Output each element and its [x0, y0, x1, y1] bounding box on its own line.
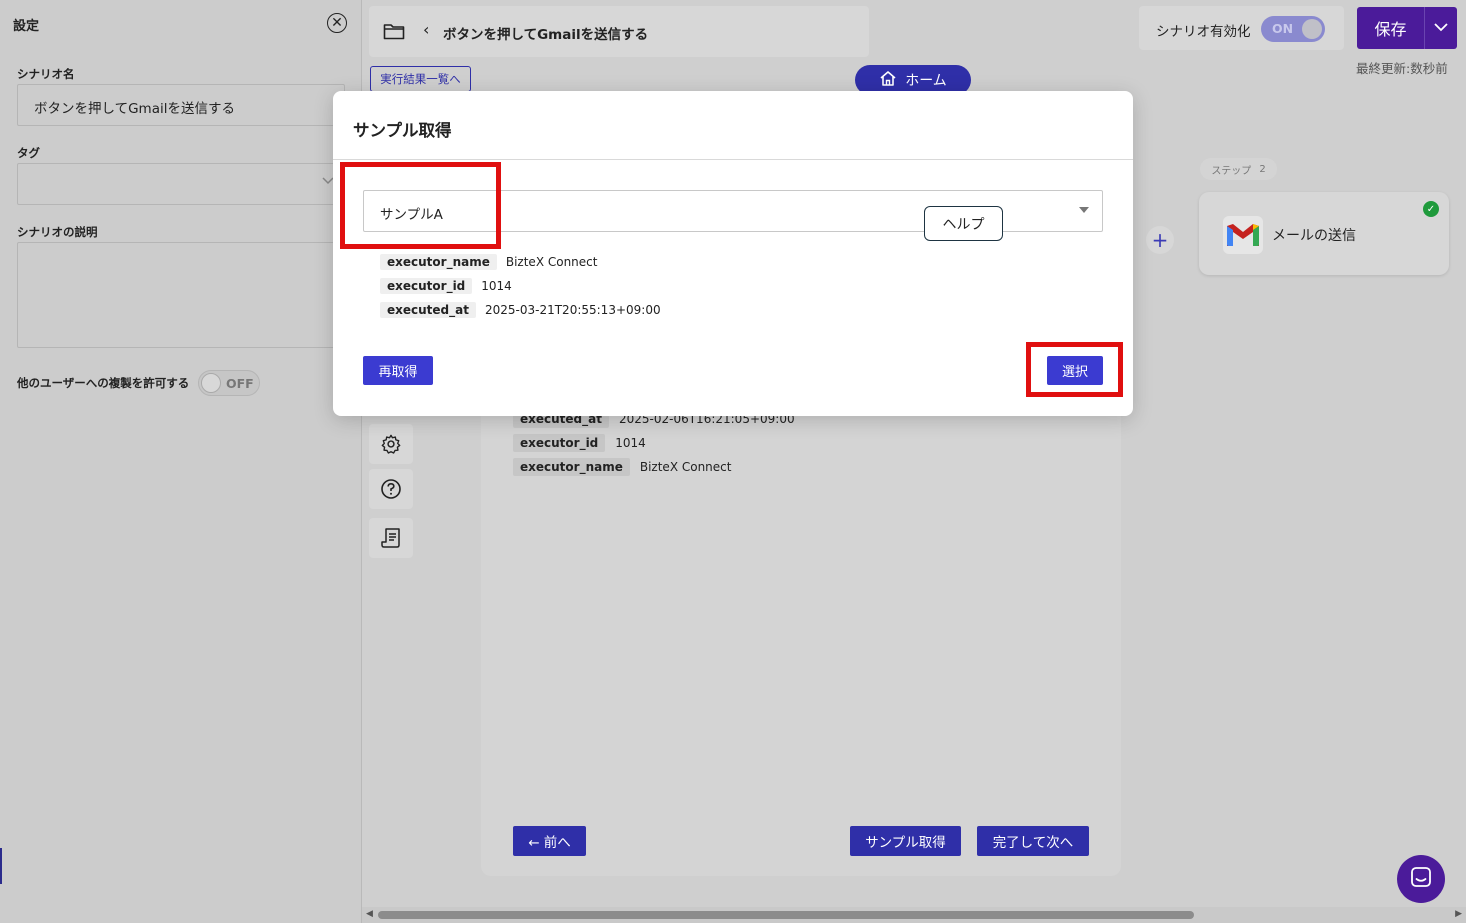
modal-value: 1014: [481, 279, 512, 293]
step-badge: ステップ 2: [1200, 158, 1277, 180]
finish-next-button[interactable]: 完了して次へ: [977, 826, 1089, 856]
save-button[interactable]: 保存: [1357, 7, 1424, 49]
home-icon: [879, 70, 897, 90]
modal-row-executor-id: executor_id 1014: [380, 278, 512, 294]
step-badge-label: ステップ: [1211, 165, 1252, 177]
tag-label: タグ: [17, 146, 40, 160]
prev-button[interactable]: ← 前へ: [513, 826, 586, 856]
last-updated-text: 最終更新:数秒前: [1356, 61, 1448, 76]
chevron-left-icon[interactable]: ‹: [423, 20, 429, 39]
toggle-knob: [201, 373, 221, 393]
save-dropdown-button[interactable]: [1424, 7, 1457, 49]
scenario-name-label: シナリオ名: [17, 67, 75, 81]
enable-label: シナリオ有効化: [1156, 24, 1251, 40]
step-name: メールの送信: [1272, 228, 1356, 244]
scenario-name-input[interactable]: ボタンを押してGmailを送信する: [17, 84, 345, 126]
reget-button[interactable]: 再取得: [363, 356, 433, 385]
plus-icon: +: [1151, 228, 1169, 252]
select-button[interactable]: 選択: [1047, 356, 1103, 385]
scenario-enable-box: シナリオ有効化 ON: [1139, 6, 1344, 50]
home-label: ホーム: [905, 73, 947, 89]
breadcrumb: ‹ ボタンを押してGmailを送信する: [369, 6, 869, 57]
step-card[interactable]: メールの送信 ✓: [1199, 192, 1449, 275]
editor-row-executor-name: executor_name BizteX Connect: [513, 458, 731, 476]
sample-modal: サンプル取得 サンプルA ヘルプ executor_name BizteX Co…: [333, 91, 1133, 416]
caret-down-icon: [1079, 207, 1089, 213]
folder-icon[interactable]: [383, 22, 405, 40]
copy-permission-toggle[interactable]: OFF: [198, 370, 260, 396]
scroll-right-icon[interactable]: ▶: [1455, 909, 1462, 919]
modal-value: BizteX Connect: [505, 255, 598, 269]
modal-row-executed-at: executed_at 2025-03-21T20:55:13+09:00: [380, 302, 661, 318]
modal-title: サンプル取得: [353, 121, 452, 140]
panel-accent: [0, 848, 2, 884]
scroll-left-icon[interactable]: ◀: [366, 909, 373, 919]
settings-panel: 設定 ✕ シナリオ名 ボタンを押してGmailを送信する タグ シナリオの説明 …: [0, 0, 362, 923]
sample-select-value: サンプルA: [380, 207, 443, 223]
step-editor-panel: executed_at 2025-02-06T16:21:05+09:00 ex…: [481, 380, 1121, 876]
modal-key: executor_name: [380, 254, 497, 270]
editor-value: BizteX Connect: [639, 460, 732, 474]
modal-divider: [333, 159, 1133, 160]
close-icon[interactable]: ✕: [327, 13, 347, 33]
modal-key: executed_at: [380, 302, 476, 318]
description-label: シナリオの説明: [17, 225, 98, 239]
editor-key: executor_name: [513, 458, 630, 476]
toggle-knob: [1302, 19, 1322, 39]
scenario-enable-toggle[interactable]: ON: [1261, 16, 1325, 42]
step-badge-number: 2: [1259, 163, 1266, 175]
sample-get-button[interactable]: サンプル取得: [850, 826, 961, 856]
gmail-icon: [1223, 216, 1263, 254]
chat-icon: [1409, 865, 1433, 893]
horizontal-scrollbar[interactable]: ◀ ▶: [362, 907, 1466, 923]
results-list-link[interactable]: 実行結果一覧へ: [370, 66, 471, 92]
help-button[interactable]: ヘルプ: [924, 206, 1003, 241]
enable-toggle-state: ON: [1272, 21, 1294, 36]
add-step-button[interactable]: +: [1146, 226, 1174, 254]
tag-select[interactable]: [17, 163, 345, 205]
editor-value: 1014: [615, 436, 646, 450]
scenario-title: ボタンを押してGmailを送信する: [443, 27, 649, 43]
help-icon[interactable]: [369, 469, 413, 509]
editor-row-executor-id: executor_id 1014: [513, 434, 646, 452]
modal-value: 2025-03-21T20:55:13+09:00: [484, 303, 661, 317]
log-icon[interactable]: [369, 518, 413, 558]
description-textarea[interactable]: [17, 242, 345, 348]
scrollbar-thumb[interactable]: [378, 911, 1194, 919]
copy-toggle-state: OFF: [226, 376, 254, 391]
modal-key: executor_id: [380, 278, 473, 294]
gear-icon[interactable]: [369, 424, 413, 464]
check-icon: ✓: [1423, 201, 1439, 217]
settings-title: 設定: [13, 19, 40, 34]
modal-row-executor-name: executor_name BizteX Connect: [380, 254, 597, 270]
chevron-down-icon: [1434, 21, 1448, 36]
editor-key: executor_id: [513, 434, 606, 452]
copy-permission-label: 他のユーザーへの複製を許可する: [17, 376, 190, 390]
chat-button[interactable]: [1397, 855, 1445, 903]
